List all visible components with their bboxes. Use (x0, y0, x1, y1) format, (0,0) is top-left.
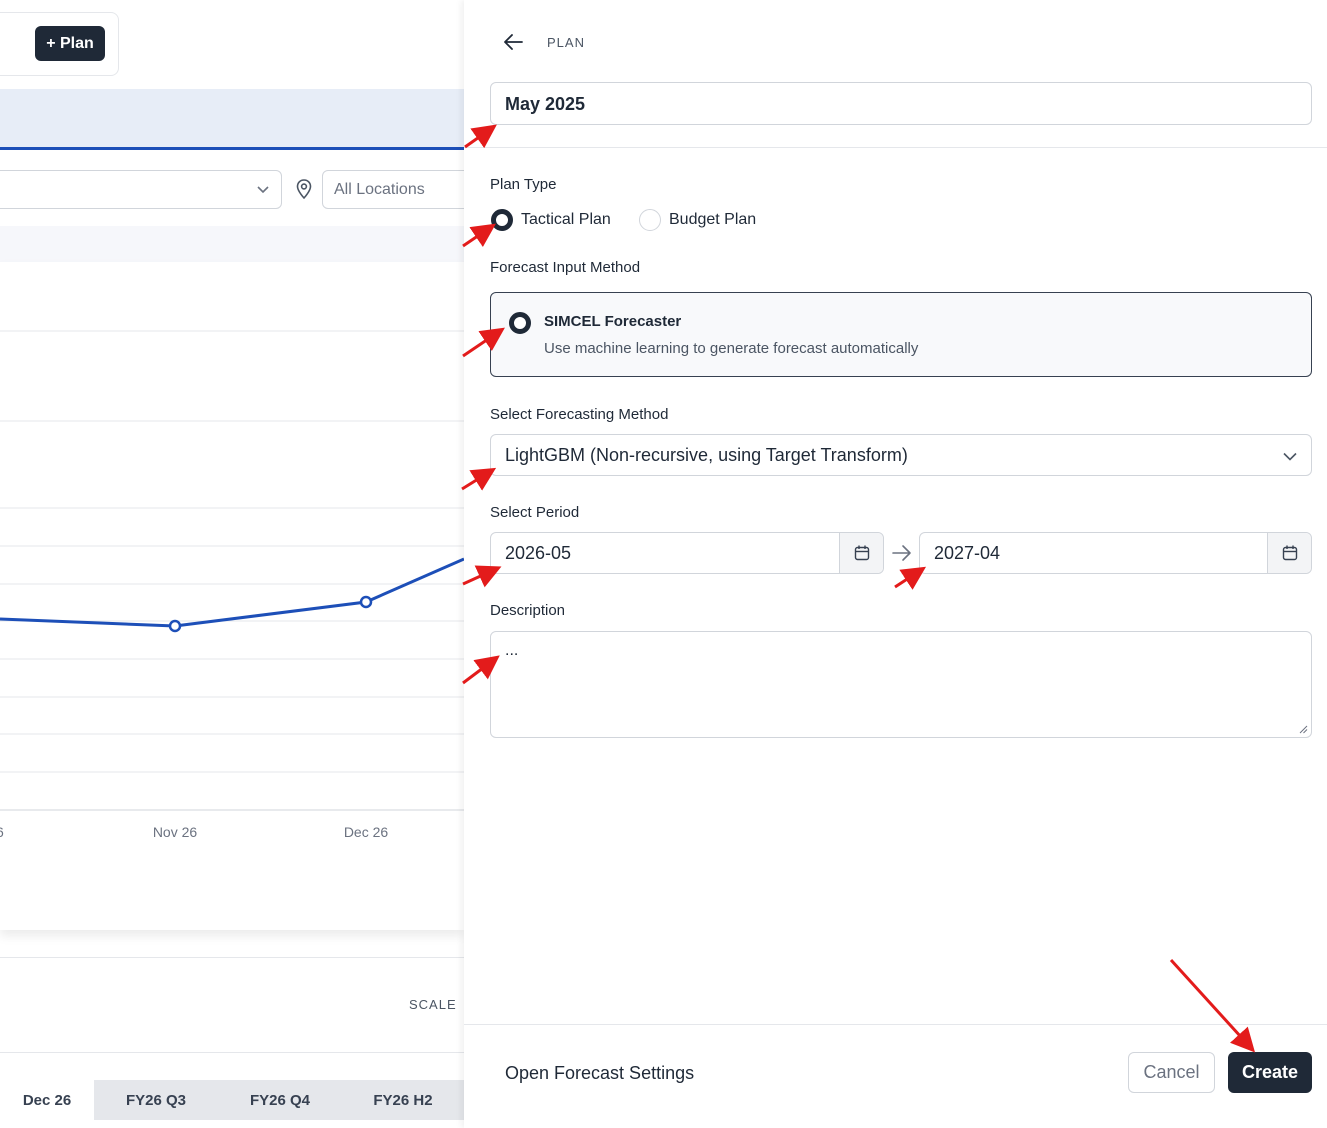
location-filter[interactable]: All Locations (322, 170, 464, 209)
simcel-forecaster-description: Use machine learning to generate forecas… (544, 340, 919, 357)
filter-select[interactable] (0, 170, 282, 209)
chevron-down-icon (257, 186, 269, 194)
period-column-header[interactable]: FY26 H2 (342, 1080, 464, 1120)
tactical-plan-radio[interactable] (491, 209, 513, 231)
forecast-chart-card: 6 Nov 26 Dec 26 (0, 262, 464, 930)
create-plan-drawer: PLAN May 2025 Plan Type Tactical Plan Bu… (464, 0, 1327, 1128)
location-pin-icon (296, 179, 312, 200)
calendar-button[interactable] (839, 533, 883, 573)
data-point (168, 619, 182, 633)
data-point (359, 595, 373, 609)
add-plan-button[interactable]: + Plan (35, 26, 105, 61)
description-value: ... (505, 642, 519, 659)
plan-name-input[interactable]: May 2025 (490, 82, 1312, 125)
open-forecast-settings-link[interactable]: Open Forecast Settings (505, 1063, 694, 1084)
sub-header-band (0, 226, 464, 262)
period-end-input[interactable]: 2027-04 (919, 532, 1312, 574)
tactical-plan-label[interactable]: Tactical Plan (521, 211, 611, 229)
resize-grip-icon[interactable] (1299, 725, 1308, 734)
calendar-icon (854, 545, 869, 561)
breadcrumb: PLAN (547, 35, 585, 50)
period-header-row: Dec 26 FY26 Q3 FY26 Q4 FY26 H2 (0, 1080, 464, 1120)
period-column-header[interactable]: FY26 Q4 (218, 1080, 342, 1120)
cancel-button[interactable]: Cancel (1128, 1052, 1215, 1093)
arrow-left-icon[interactable] (502, 31, 524, 53)
forecasting-method-label: Select Forecasting Method (490, 406, 669, 423)
description-textarea[interactable]: ... (490, 631, 1312, 738)
x-tick-label: 6 (0, 824, 4, 840)
calendar-button[interactable] (1267, 533, 1311, 573)
period-column-header[interactable]: Dec 26 (0, 1080, 94, 1120)
forecasting-method-select[interactable]: LightGBM (Non-recursive, using Target Tr… (490, 434, 1312, 476)
period-column-header[interactable]: FY26 Q3 (94, 1080, 218, 1120)
chevron-down-icon (1283, 452, 1297, 461)
active-tab-indicator (0, 147, 464, 150)
background-page: + Plan All Locations Nov 26 Dec 26 SCALE… (0, 0, 464, 1128)
calendar-icon (1282, 545, 1297, 561)
forecast-line-chart: 6 Nov 26 Dec 26 (0, 330, 464, 840)
description-label: Description (490, 602, 566, 619)
plan-type-label: Plan Type (490, 176, 557, 193)
simcel-forecaster-option[interactable]: SIMCEL Forecaster Use machine learning t… (490, 292, 1312, 377)
header-band (0, 89, 464, 147)
period-end-value: 2027-04 (934, 543, 1001, 563)
select-period-label: Select Period (490, 504, 580, 521)
series-line (0, 557, 464, 628)
forecasting-method-value: LightGBM (Non-recursive, using Target Tr… (505, 445, 908, 465)
x-tick-label: Dec 26 (344, 824, 389, 840)
scale-row (0, 957, 464, 1053)
period-start-input[interactable]: 2026-05 (490, 532, 884, 574)
divider (464, 147, 1327, 148)
period-start-value: 2026-05 (505, 543, 572, 563)
simcel-forecaster-radio[interactable] (509, 312, 531, 334)
arrow-right-icon (892, 545, 911, 561)
simcel-forecaster-title: SIMCEL Forecaster (544, 313, 682, 330)
drawer-footer: Open Forecast Settings Cancel Create (464, 1024, 1327, 1128)
budget-plan-label[interactable]: Budget Plan (669, 211, 756, 229)
create-button[interactable]: Create (1228, 1052, 1312, 1093)
scale-label: SCALE (409, 997, 457, 1012)
forecast-input-label: Forecast Input Method (490, 259, 641, 276)
x-tick-label: Nov 26 (153, 824, 198, 840)
budget-plan-radio[interactable] (639, 209, 661, 231)
